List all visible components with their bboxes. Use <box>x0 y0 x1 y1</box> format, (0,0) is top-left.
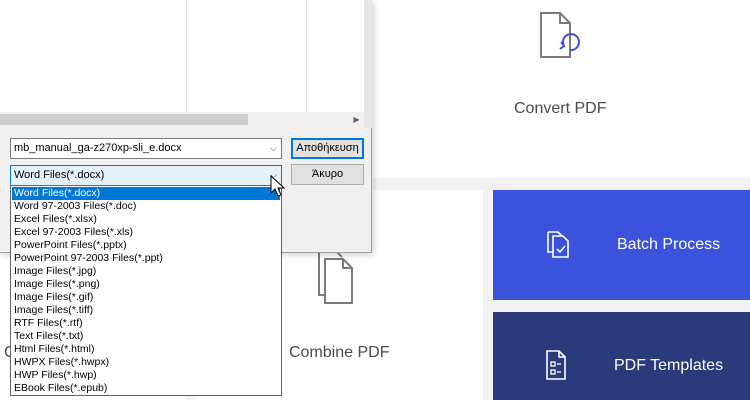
column-divider[interactable] <box>186 0 187 112</box>
horizontal-scrollbar[interactable]: ▶ <box>0 112 364 127</box>
file-type-option[interactable]: HWPX Files(*.hwpx) <box>12 356 280 369</box>
column-divider[interactable] <box>306 0 307 112</box>
cancel-button[interactable]: Άκυρο <box>291 164 364 185</box>
batch-documents-icon <box>547 231 569 258</box>
file-type-option[interactable]: PowerPoint 97-2003 Files(*.ppt) <box>12 252 280 265</box>
pdf-templates-button[interactable]: PDF Templates <box>493 312 750 400</box>
file-name-value: mb_manual_ga-z270xp-sli_e.docx <box>14 142 182 154</box>
file-type-option[interactable]: Excel 97-2003 Files(*.xls) <box>12 226 280 239</box>
file-type-option[interactable]: Image Files(*.gif) <box>12 291 280 304</box>
mouse-cursor-icon <box>270 175 286 197</box>
vertical-scrollbar[interactable] <box>364 0 372 128</box>
save-button[interactable]: Αποθήκευση <box>291 138 364 159</box>
convert-pdf-label: Convert PDF <box>514 100 607 117</box>
file-name-field[interactable]: mb_manual_ga-z270xp-sli_e.docx ⌵ <box>10 138 282 159</box>
batch-process-label: Batch Process <box>617 236 721 253</box>
pdf-templates-label: PDF Templates <box>614 357 724 374</box>
chevron-down-icon[interactable]: ⌵ <box>270 139 277 158</box>
convert-document-icon <box>540 12 580 58</box>
batch-process-button[interactable]: Batch Process <box>493 190 750 300</box>
convert-pdf-card[interactable]: Convert PDF <box>372 0 750 178</box>
scroll-right-icon[interactable]: ▶ <box>349 112 364 127</box>
file-type-option[interactable]: EBook Files(*.epub) <box>12 382 280 395</box>
combine-documents-icon <box>318 250 353 304</box>
template-document-icon <box>546 350 566 380</box>
file-type-select[interactable]: Word Files(*.docx) ⌵ <box>10 165 282 186</box>
file-type-value: Word Files(*.docx) <box>14 169 105 181</box>
file-type-option[interactable]: Image Files(*.jpg) <box>12 265 280 278</box>
scrollbar-thumb[interactable] <box>0 114 248 125</box>
file-type-option[interactable]: HWP Files(*.hwp) <box>12 369 280 382</box>
file-type-dropdown-list[interactable]: Word Files(*.docx) Word 97-2003 Files(*.… <box>10 185 282 396</box>
file-list-pane[interactable] <box>0 0 364 112</box>
file-type-option[interactable]: Word Files(*.docx) <box>12 187 280 200</box>
file-type-option[interactable]: PowerPoint Files(*.pptx) <box>12 239 280 252</box>
file-type-option[interactable]: Html Files(*.html) <box>12 343 280 356</box>
file-type-option[interactable]: Image Files(*.png) <box>12 278 280 291</box>
file-type-option[interactable]: Text Files(*.txt) <box>12 330 280 343</box>
file-type-option[interactable]: Excel Files(*.xlsx) <box>12 213 280 226</box>
file-type-option[interactable]: RTF Files(*.rtf) <box>12 317 280 330</box>
file-type-option[interactable]: Word 97-2003 Files(*.doc) <box>12 200 280 213</box>
file-type-option[interactable]: Image Files(*.tiff) <box>12 304 280 317</box>
